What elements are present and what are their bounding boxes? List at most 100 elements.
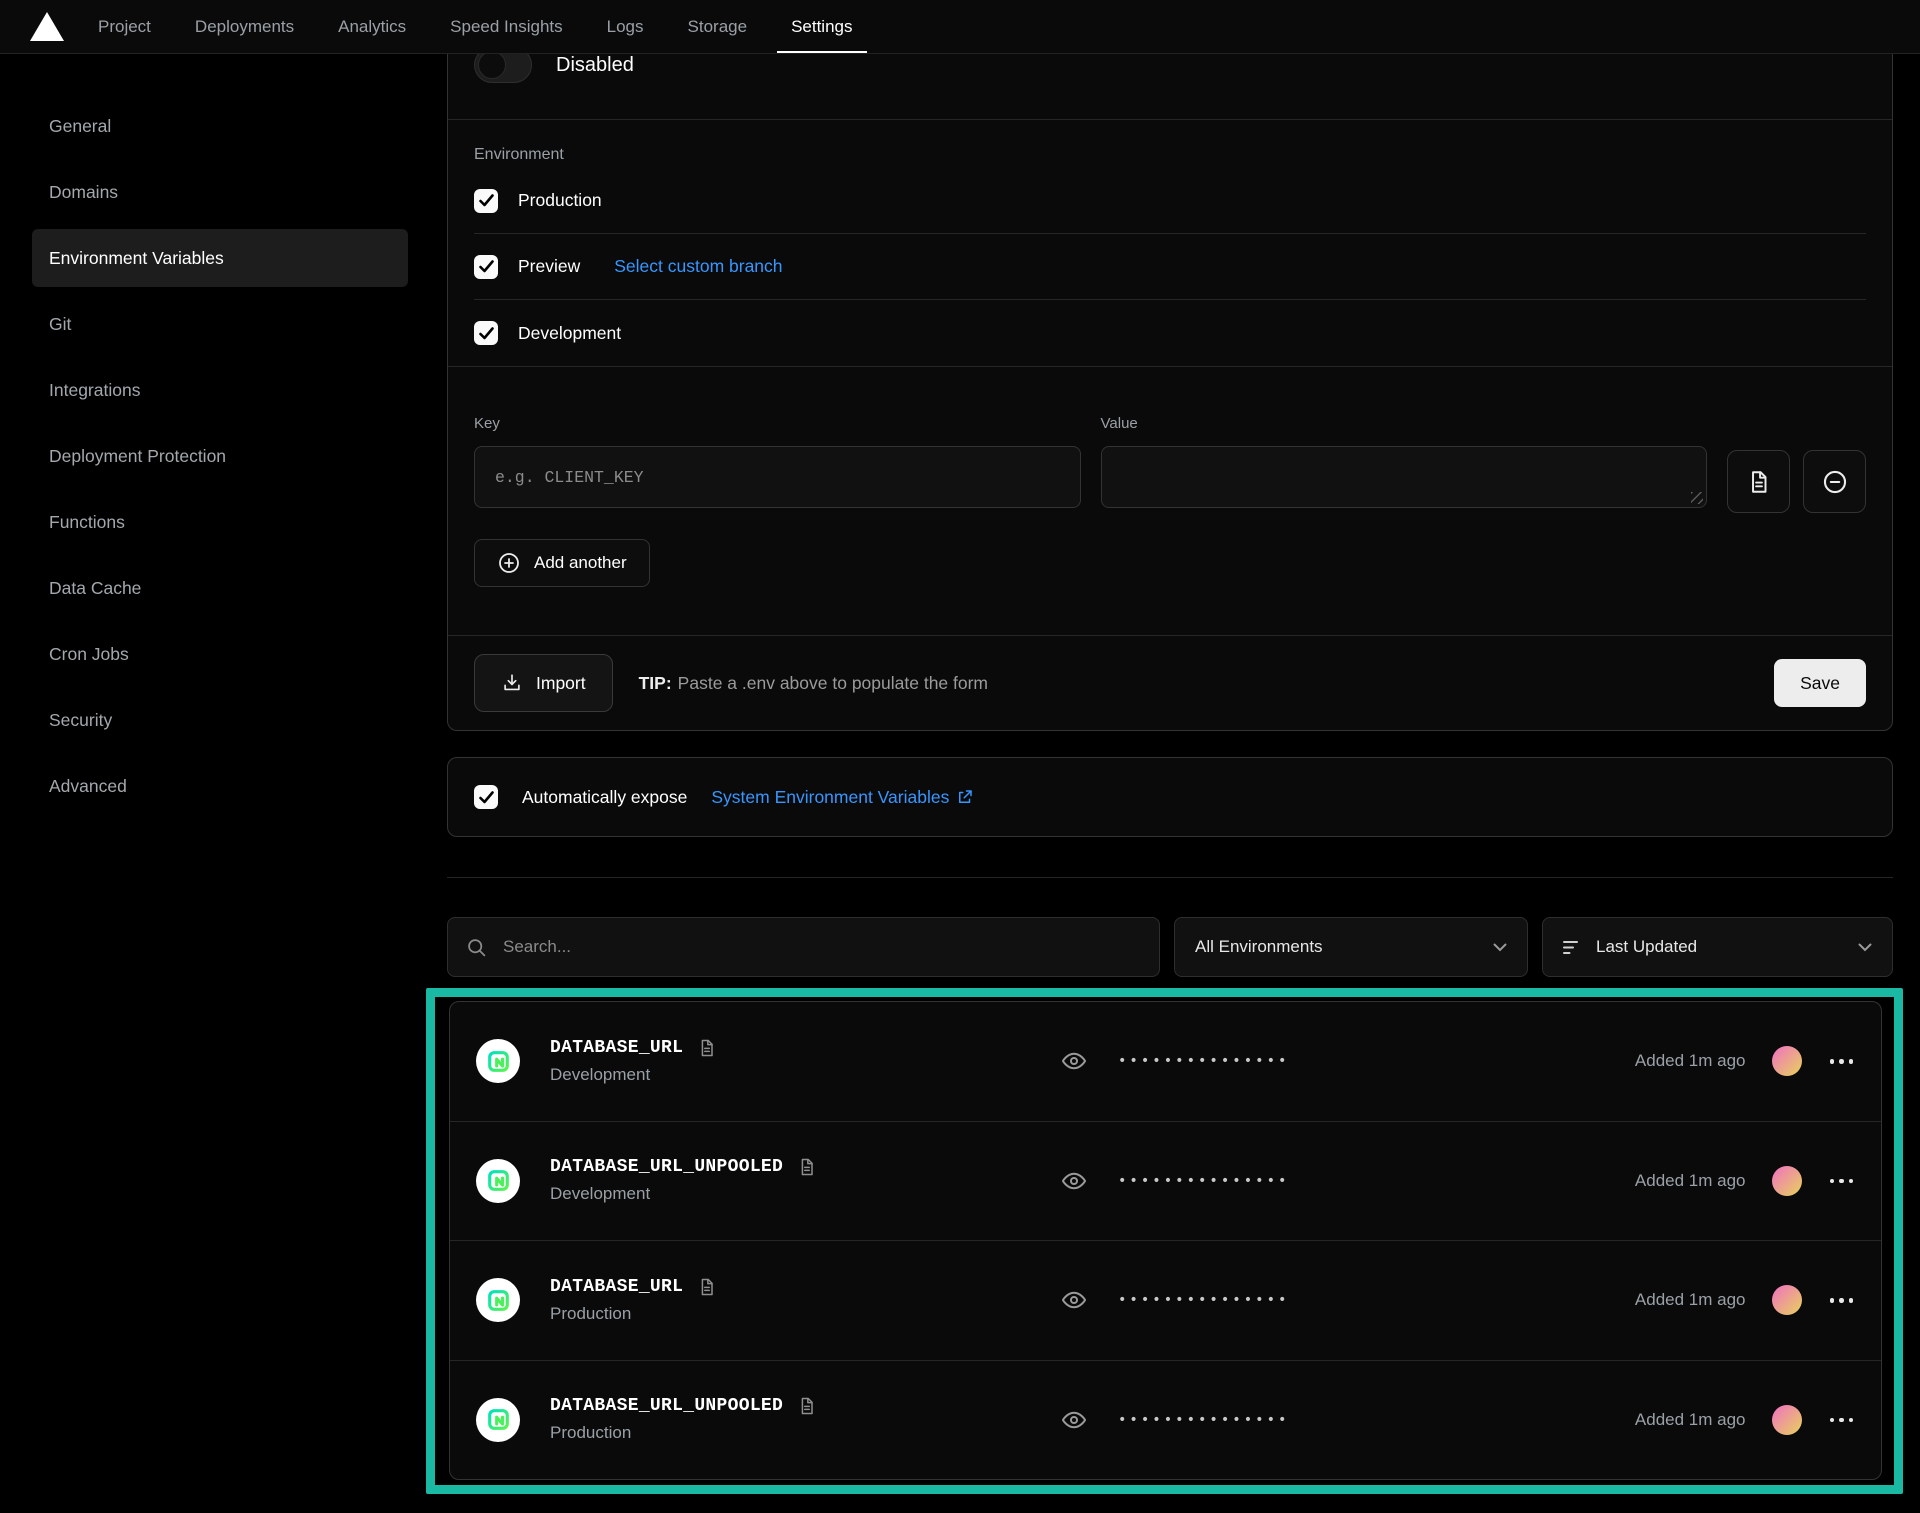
sidebar-item[interactable]: Integrations bbox=[32, 361, 408, 419]
added-timestamp: Added 1m ago bbox=[1635, 1410, 1746, 1430]
user-avatar bbox=[1772, 1166, 1802, 1196]
file-icon bbox=[1746, 469, 1772, 495]
sidebar-item-label: Advanced bbox=[49, 776, 127, 797]
vercel-logo[interactable] bbox=[30, 0, 64, 53]
env-variables-list: DATABASE_URL Development ••••••• bbox=[449, 1001, 1882, 1480]
variable-name: DATABASE_URL_UNPOOLED bbox=[550, 1396, 783, 1416]
variable-environment: Development bbox=[550, 1065, 1060, 1085]
import-button[interactable]: Import bbox=[474, 654, 613, 712]
sidebar-item[interactable]: Data Cache bbox=[32, 559, 408, 617]
sort-value: Last Updated bbox=[1596, 937, 1844, 957]
added-timestamp: Added 1m ago bbox=[1635, 1051, 1746, 1071]
row-menu-button[interactable] bbox=[1828, 1053, 1856, 1070]
reveal-value-button[interactable] bbox=[1060, 1047, 1088, 1075]
environment-checkbox-row: Production bbox=[474, 168, 1866, 234]
paste-file-button[interactable] bbox=[1727, 450, 1790, 513]
tip-body: Paste a .env above to populate the form bbox=[678, 673, 988, 693]
value-column: Value bbox=[1101, 415, 1708, 513]
sidebar-item[interactable]: Security bbox=[32, 691, 408, 749]
env-variable-row[interactable]: DATABASE_URL Development ••••••• bbox=[450, 1002, 1881, 1122]
sidebar-item[interactable]: Deployment Protection bbox=[32, 427, 408, 485]
nav-tab[interactable]: Project bbox=[98, 0, 151, 53]
remove-row-button[interactable] bbox=[1803, 450, 1866, 513]
variable-meta-block: Added 1m ago bbox=[1635, 1046, 1855, 1076]
row-menu-button[interactable] bbox=[1828, 1292, 1856, 1309]
search-box[interactable] bbox=[447, 917, 1160, 977]
tip-bold: TIP: bbox=[639, 673, 672, 693]
nav-tab[interactable]: Analytics bbox=[338, 0, 406, 53]
search-input[interactable] bbox=[501, 936, 1141, 958]
environment-checkbox[interactable] bbox=[474, 321, 498, 345]
system-env-link-label: System Environment Variables bbox=[711, 787, 949, 808]
sidebar-item-label: General bbox=[49, 116, 111, 137]
sidebar-item[interactable]: Functions bbox=[32, 493, 408, 551]
environment-checkbox[interactable] bbox=[474, 255, 498, 279]
user-avatar bbox=[1772, 1405, 1802, 1435]
environment-checkbox-row: Development bbox=[474, 300, 1866, 366]
sidebar-item[interactable]: Environment Variables bbox=[32, 229, 408, 287]
textarea-resize-handle[interactable] bbox=[1691, 492, 1703, 504]
reveal-value-button[interactable] bbox=[1060, 1286, 1088, 1314]
variable-value-block: ••••••••••••••• bbox=[1060, 1286, 1635, 1314]
value-label: Value bbox=[1101, 415, 1708, 432]
add-another-button[interactable]: Add another bbox=[474, 539, 650, 587]
masked-value: ••••••••••••••• bbox=[1118, 1053, 1289, 1069]
plus-circle-icon bbox=[497, 551, 521, 575]
neon-integration-avatar bbox=[476, 1039, 520, 1083]
variable-value-block: ••••••••••••••• bbox=[1060, 1406, 1635, 1434]
sidebar-item-label: Integrations bbox=[49, 380, 140, 401]
sort-select[interactable]: Last Updated bbox=[1542, 917, 1893, 977]
env-variable-row[interactable]: DATABASE_URL Production •••••••• bbox=[450, 1241, 1881, 1361]
neon-logo-icon bbox=[485, 1287, 512, 1314]
key-input[interactable] bbox=[474, 446, 1081, 508]
environment-checkbox[interactable] bbox=[474, 189, 498, 213]
sidebar-item-label: Cron Jobs bbox=[49, 644, 129, 665]
neon-integration-avatar bbox=[476, 1159, 520, 1203]
select-custom-branch-link[interactable]: Select custom branch bbox=[614, 256, 782, 277]
neon-integration-avatar bbox=[476, 1398, 520, 1442]
system-env-link[interactable]: System Environment Variables bbox=[711, 787, 974, 808]
sidebar-item-label: Environment Variables bbox=[49, 248, 224, 269]
sidebar-item[interactable]: Git bbox=[32, 295, 408, 353]
reveal-value-button[interactable] bbox=[1060, 1406, 1088, 1434]
sidebar-item-label: Git bbox=[49, 314, 71, 335]
environment-filter-value: All Environments bbox=[1195, 937, 1479, 957]
nav-tab-label: Storage bbox=[688, 17, 748, 37]
environment-section: Environment Production bbox=[448, 146, 1892, 366]
nav-tab[interactable]: Deployments bbox=[195, 0, 294, 53]
environment-filter-select[interactable]: All Environments bbox=[1174, 917, 1528, 977]
note-icon bbox=[797, 1396, 817, 1416]
neon-logo-icon bbox=[485, 1048, 512, 1075]
vercel-settings-page: Disabled Environment Production bbox=[0, 0, 1920, 1513]
nav-tab[interactable]: Logs bbox=[607, 0, 644, 53]
minus-circle-icon bbox=[1821, 468, 1849, 496]
reveal-value-button[interactable] bbox=[1060, 1167, 1088, 1195]
system-env-checkbox[interactable] bbox=[474, 785, 498, 809]
divider bbox=[447, 877, 1893, 878]
search-icon bbox=[466, 937, 487, 958]
download-icon bbox=[501, 672, 523, 694]
sidebar-item[interactable]: Domains bbox=[32, 163, 408, 221]
sidebar-item[interactable]: Advanced bbox=[32, 757, 408, 815]
nav-tab[interactable]: Storage bbox=[688, 0, 748, 53]
sidebar-item[interactable]: General bbox=[32, 97, 408, 155]
key-column: Key bbox=[474, 415, 1081, 513]
row-menu-button[interactable] bbox=[1828, 1173, 1856, 1190]
row-menu-button[interactable] bbox=[1828, 1412, 1856, 1429]
add-another-label: Add another bbox=[534, 553, 627, 573]
env-variable-row[interactable]: DATABASE_URL_UNPOOLED Production bbox=[450, 1361, 1881, 1480]
value-input[interactable] bbox=[1101, 446, 1708, 508]
variable-value-block: ••••••••••••••• bbox=[1060, 1167, 1635, 1195]
nav-tab[interactable]: Settings bbox=[791, 0, 852, 53]
environment-section-label: Environment bbox=[474, 146, 1866, 164]
sort-icon bbox=[1563, 940, 1582, 955]
neon-integration-avatar bbox=[476, 1278, 520, 1322]
env-variable-row[interactable]: DATABASE_URL_UNPOOLED Development bbox=[450, 1122, 1881, 1242]
settings-sidebar: General Domains Environment Variables Gi… bbox=[32, 97, 408, 823]
save-button[interactable]: Save bbox=[1774, 659, 1866, 707]
nav-tabs: Project Deployments Analytics Speed Insi… bbox=[98, 0, 853, 53]
checkmark-icon bbox=[479, 194, 494, 207]
nav-tab[interactable]: Speed Insights bbox=[450, 0, 562, 53]
checkmark-icon bbox=[479, 791, 494, 804]
sidebar-item[interactable]: Cron Jobs bbox=[32, 625, 408, 683]
